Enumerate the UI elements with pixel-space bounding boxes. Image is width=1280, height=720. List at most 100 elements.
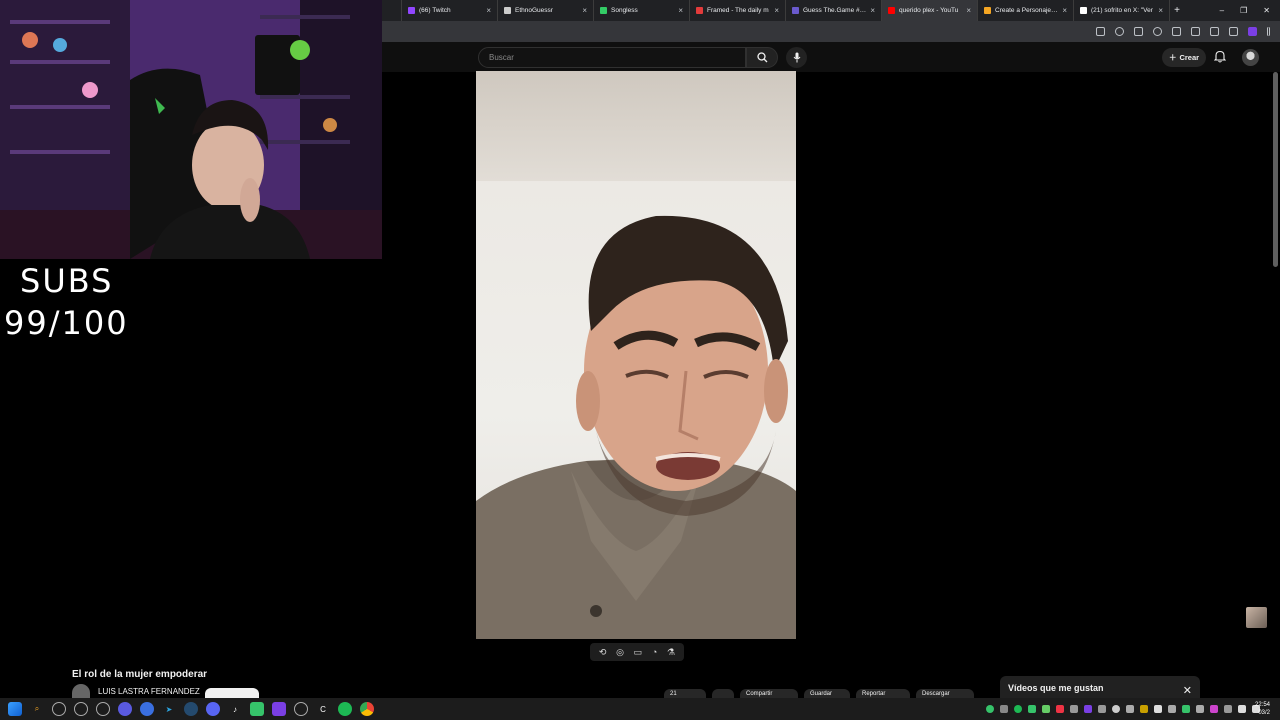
discord-icon[interactable] [206, 702, 220, 716]
capcut-icon[interactable]: C [316, 702, 330, 716]
task-view-icon[interactable] [52, 702, 66, 716]
tray-icon-11[interactable] [1154, 705, 1162, 713]
search-button[interactable] [746, 47, 778, 68]
spotify-icon[interactable] [338, 702, 352, 716]
notifications-button[interactable] [1213, 50, 1227, 68]
app-icon-3[interactable] [140, 702, 154, 716]
tab-label: EthnoGuessr [515, 7, 553, 14]
minimize-button[interactable]: – [1220, 6, 1224, 15]
browser-toolbar [382, 21, 1280, 42]
tray-icon-6[interactable] [1084, 705, 1092, 713]
cast-icon[interactable] [1229, 27, 1238, 36]
tray-icon-5[interactable] [1070, 705, 1078, 713]
tab-twitch[interactable]: (66) Twitch × [402, 0, 498, 21]
close-icon[interactable]: × [1158, 6, 1163, 15]
account-avatar[interactable] [1242, 49, 1259, 66]
telegram-icon[interactable]: ➤ [162, 702, 176, 716]
tab-youtube[interactable]: querido plex - YouTu × [882, 0, 978, 21]
tab-guess-the-game[interactable]: Guess The.Game #13 × [786, 0, 882, 21]
tiktok-icon[interactable]: ♪ [228, 702, 242, 716]
windows-start-icon[interactable] [8, 702, 22, 716]
search-input[interactable]: Buscar [478, 47, 746, 68]
tray-icon-13[interactable] [1182, 705, 1190, 713]
windows-taskbar: ⌕ ➤ ♪ C 22:54 03/2 [0, 698, 1280, 720]
tab-x[interactable]: (21) sofrito en X: "Ver × [1074, 0, 1170, 21]
chrome-icon[interactable] [360, 702, 374, 716]
close-icon[interactable]: × [678, 6, 683, 15]
tab-framed[interactable]: Framed - The daily m × [690, 0, 786, 21]
system-tray [986, 698, 1260, 720]
close-window-button[interactable]: ✕ [1263, 6, 1270, 15]
tab-label: Create a Personajes Cl [995, 7, 1059, 14]
app-icon-6[interactable] [294, 702, 308, 716]
wifi-icon[interactable] [1238, 705, 1246, 713]
film-icon [696, 7, 703, 14]
app-icon-5[interactable] [272, 702, 286, 716]
page-scrollbar[interactable] [1273, 72, 1278, 267]
maximize-button[interactable]: ❐ [1240, 6, 1247, 15]
tab-label: Framed - The daily m [707, 7, 769, 14]
menu-icon[interactable] [1267, 27, 1270, 36]
tray-icon-7[interactable] [1098, 705, 1106, 713]
star-icon[interactable] [1134, 27, 1143, 36]
tray-icon-3[interactable] [1042, 705, 1050, 713]
channel-avatar[interactable] [72, 684, 90, 698]
reading-list-icon[interactable] [1210, 27, 1219, 36]
browser-tab-strip: (66) Twitch × EthnoGuessr × Songless × F… [382, 0, 1280, 21]
close-icon[interactable]: × [486, 6, 491, 15]
microphone-icon [793, 52, 800, 63]
profile-icon[interactable] [1248, 27, 1257, 36]
clock-date: 03/2 [1258, 710, 1270, 716]
tab-ethnoguessr[interactable]: EthnoGuessr × [498, 0, 594, 21]
close-icon[interactable]: × [966, 6, 971, 15]
mini-thumbnail[interactable] [1246, 607, 1267, 628]
search-icon [756, 52, 767, 63]
app-icon-4[interactable] [250, 702, 264, 716]
extensions-puzzle-icon[interactable] [1191, 27, 1200, 36]
tray-icon-9[interactable] [1126, 705, 1134, 713]
tray-icon-15[interactable] [1210, 705, 1218, 713]
video-frame [476, 215, 796, 639]
tray-icon-12[interactable] [1168, 705, 1176, 713]
tab-partial[interactable] [382, 0, 402, 21]
channel-name[interactable]: LUIS LASTRA FERNANDEZ [98, 687, 200, 696]
voice-search-button[interactable] [786, 47, 807, 68]
vivaldi-icon[interactable] [118, 702, 132, 716]
tray-spotify-icon[interactable] [1014, 705, 1022, 713]
close-icon[interactable]: × [870, 6, 875, 15]
tray-icon-arrow[interactable] [1000, 705, 1008, 713]
tab-create-personajes[interactable]: Create a Personajes Cl × [978, 0, 1074, 21]
tray-icon-8[interactable] [1112, 705, 1120, 713]
extension-icon-2[interactable] [1172, 27, 1181, 36]
globe-icon [504, 7, 511, 14]
extension-icon-1[interactable] [1153, 27, 1162, 36]
close-icon[interactable]: × [774, 6, 779, 15]
x-icon [1080, 7, 1087, 14]
video-player[interactable] [476, 71, 796, 639]
taskbar-clock[interactable]: 22:54 03/2 [1255, 701, 1270, 717]
tab-label: querido plex - YouTu [899, 7, 959, 14]
create-button[interactable]: ＋ Crear [1162, 48, 1206, 67]
close-icon[interactable]: × [582, 6, 587, 15]
search-icon[interactable]: ⌕ [30, 702, 44, 716]
translate-icon[interactable] [1115, 27, 1124, 36]
tray-icon-green[interactable] [986, 705, 994, 713]
tab-songless[interactable]: Songless × [594, 0, 690, 21]
tray-icon-16[interactable] [1224, 705, 1232, 713]
youtube-icon [888, 7, 895, 14]
tray-icon-4[interactable] [1056, 705, 1064, 713]
install-icon[interactable] [1096, 27, 1105, 36]
close-icon[interactable]: ✕ [1183, 684, 1192, 697]
youtube-header: Buscar ＋ Crear [382, 42, 1280, 72]
new-tab-button[interactable]: + [1170, 5, 1184, 16]
twitch-icon [408, 7, 415, 14]
tray-icon-14[interactable] [1196, 705, 1204, 713]
tab-label: Guess The.Game #13 [803, 7, 867, 14]
tray-icon-2[interactable] [1028, 705, 1036, 713]
tray-icon-10[interactable] [1140, 705, 1148, 713]
steam-icon[interactable] [184, 702, 198, 716]
create-label: Crear [1179, 53, 1200, 62]
close-icon[interactable]: × [1062, 6, 1067, 15]
app-icon-2[interactable] [96, 702, 110, 716]
app-icon-1[interactable] [74, 702, 88, 716]
